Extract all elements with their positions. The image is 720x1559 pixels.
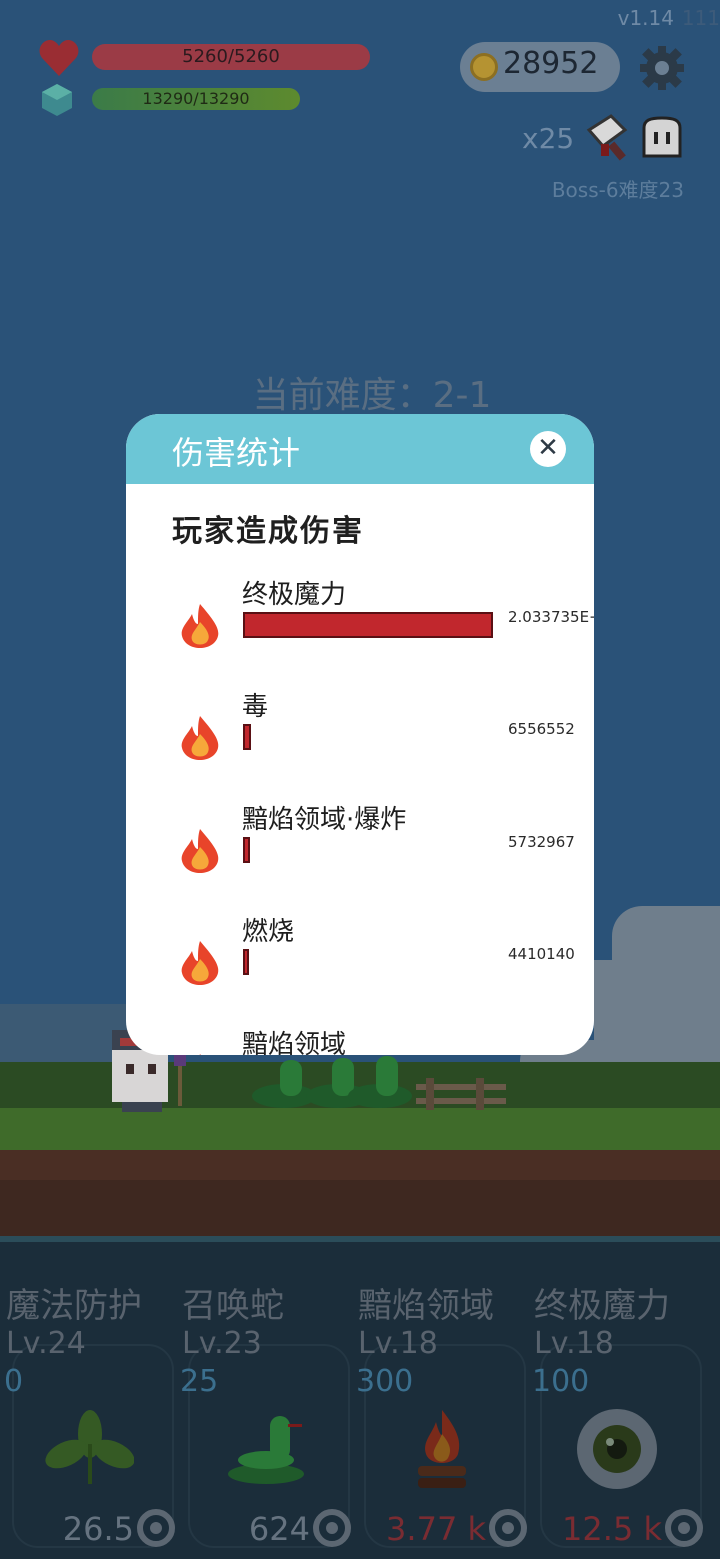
- damage-value: 6556552: [508, 720, 575, 738]
- skill-cost: 300: [356, 1364, 414, 1399]
- flame-icon: [181, 604, 219, 648]
- mana-gem-icon: [42, 84, 72, 116]
- damage-bar: [243, 612, 493, 638]
- damage-source-name: 燃烧: [242, 917, 295, 947]
- mp-text: 13290/13290: [142, 89, 250, 108]
- current-difficulty: 当前难度：2-1: [252, 375, 492, 416]
- damage-row: 黯焰领域·爆炸 5732967: [126, 799, 594, 911]
- damage-value: 5732967: [508, 833, 575, 851]
- skill-card-dark-flame-domain[interactable]: 黯焰领域 Lv.18 300 3.77 k: [352, 1278, 528, 1559]
- skill-value: 3.77 k: [386, 1510, 486, 1548]
- eye-icon: [577, 1409, 657, 1489]
- skill-level: Lv.24: [6, 1326, 86, 1361]
- skill-level: Lv.18: [358, 1326, 438, 1361]
- skill-name: 魔法防护: [6, 1286, 142, 1326]
- damage-row: 黯焰领域: [126, 1024, 594, 1055]
- close-icon: ✕: [537, 433, 559, 463]
- speed-multiplier: x25: [522, 122, 575, 155]
- damage-row: 燃烧 4410140: [126, 911, 594, 1023]
- version-suffix: 111: [681, 6, 720, 30]
- damage-source-name: 毒: [242, 692, 269, 722]
- damage-source-name: 黯焰领域: [242, 1030, 347, 1055]
- skill-value: 26.5: [62, 1510, 134, 1548]
- damage-source-name: 黯焰领域·爆炸: [242, 805, 407, 835]
- snake-icon: [228, 1416, 304, 1484]
- flame-icon: [199, 1054, 201, 1055]
- damage-source-name: 终极魔力: [242, 580, 347, 610]
- skill-value: 12.5 k: [562, 1510, 662, 1548]
- boss-difficulty-label: Boss-6难度23: [551, 178, 684, 202]
- heart-icon: [39, 40, 79, 76]
- damage-value: 4410140: [508, 945, 575, 963]
- dialog-header: 伤害统计 ✕: [126, 414, 594, 484]
- upgrade-spin-icon[interactable]: [136, 1508, 176, 1548]
- upgrade-spin-icon[interactable]: [488, 1508, 528, 1548]
- skill-level: Lv.23: [182, 1326, 262, 1361]
- hp-text: 5260/5260: [182, 46, 280, 67]
- damage-value: 2.033735E+08: [508, 608, 594, 626]
- upgrade-spin-icon[interactable]: [664, 1508, 704, 1548]
- skill-cost: 25: [180, 1364, 219, 1399]
- settings-gear-icon[interactable]: [638, 44, 686, 92]
- flame-icon: [181, 941, 219, 985]
- flame-icon: [181, 829, 219, 873]
- skill-card-summon-snake[interactable]: 召唤蛇 Lv.23 25 624: [176, 1278, 352, 1559]
- skill-name: 黯焰领域: [358, 1286, 494, 1326]
- version-label: v1.14: [617, 6, 674, 30]
- damage-row: 终极魔力 2.033735E+08: [126, 574, 594, 686]
- leaf-icon: [45, 1410, 134, 1484]
- skill-name: 召唤蛇: [182, 1286, 284, 1326]
- ghost-icon[interactable]: [640, 116, 684, 160]
- grass-ground: [0, 1108, 720, 1154]
- coin-amount: 28952: [503, 46, 599, 81]
- damage-bar: [243, 949, 249, 975]
- skill-cost: 0: [4, 1364, 24, 1399]
- dialog-title: 伤害统计: [172, 434, 301, 472]
- skill-cost: 100: [532, 1364, 590, 1399]
- fence: [416, 1078, 506, 1110]
- snake-enemies: [252, 1056, 412, 1108]
- damage-stats-dialog: 伤害统计 ✕ 玩家造成伤害 终极魔力 2.033735E+08 毒 6556552 黯焰…: [126, 414, 594, 1055]
- skill-level: Lv.18: [534, 1326, 614, 1361]
- coin-icon: [470, 53, 498, 81]
- campfire-icon: [418, 1410, 466, 1488]
- close-button[interactable]: ✕: [530, 431, 566, 467]
- upgrade-spin-icon[interactable]: [312, 1508, 352, 1548]
- damage-bar: [243, 837, 250, 863]
- damage-bar: [243, 724, 251, 750]
- skill-name: 终极魔力: [534, 1286, 670, 1326]
- skill-card-ultimate-magic[interactable]: 终极魔力 Lv.18 100 12.5 k: [528, 1278, 704, 1559]
- flame-icon: [181, 716, 219, 760]
- damage-row: 毒 6556552: [126, 686, 594, 798]
- dirt-ground-dark: [0, 1180, 720, 1236]
- skill-value: 624: [248, 1510, 310, 1548]
- section-title: 玩家造成伤害: [172, 514, 364, 549]
- skill-card-magic-shield[interactable]: 魔法防护 Lv.24 0 26.5: [0, 1278, 176, 1559]
- cleaver-icon[interactable]: [583, 112, 635, 164]
